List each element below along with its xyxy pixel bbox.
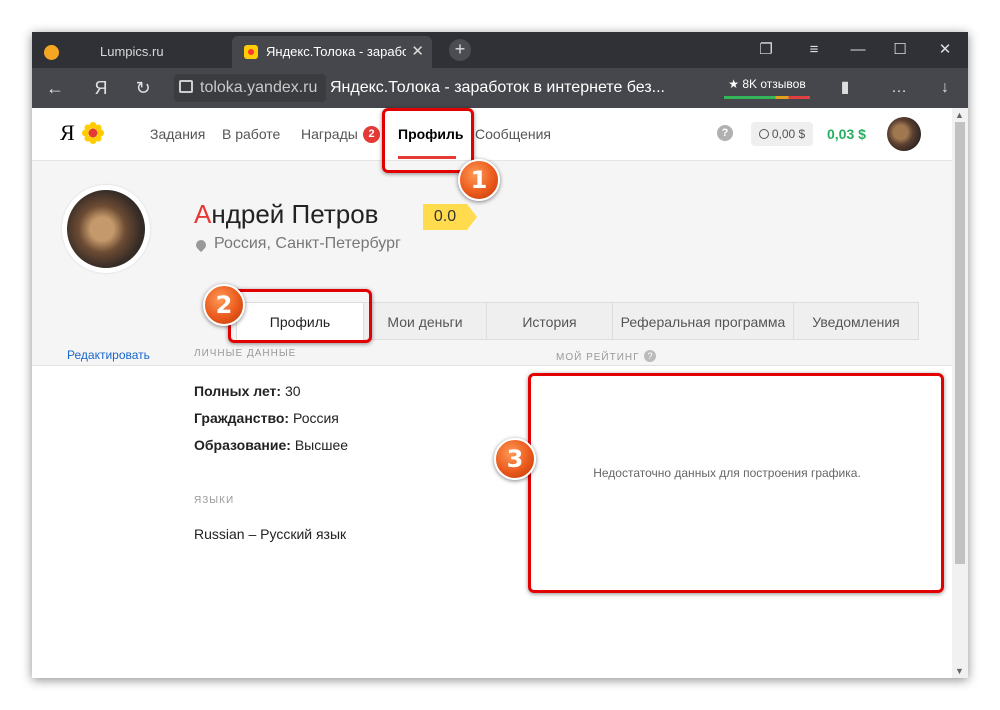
yandex-logo[interactable]: Я — [60, 120, 75, 146]
close-window-icon[interactable]: ✕ — [925, 32, 965, 68]
languages-heading: языки — [194, 495, 235, 506]
help-icon[interactable]: ? — [717, 125, 733, 141]
name-first-letter: А — [194, 199, 212, 229]
yandex-home-icon[interactable]: Я — [86, 68, 116, 108]
tab-bar: Lumpics.ru Яндекс.Толока - заработок ✕ +… — [32, 32, 968, 68]
toloka-flower-icon[interactable] — [82, 122, 104, 144]
user-avatar[interactable] — [887, 117, 921, 151]
tab-referral[interactable]: Реферальная программа — [612, 302, 794, 340]
back-icon[interactable]: ← — [40, 68, 70, 108]
scrollbar-thumb[interactable] — [955, 122, 965, 564]
balance[interactable]: 0,03 $ — [827, 108, 866, 160]
citizenship-label: Гражданство: — [194, 410, 290, 426]
nav-tasks[interactable]: Задания — [150, 108, 205, 160]
reload-icon[interactable]: ↻ — [128, 68, 158, 108]
tab-lumpics[interactable]: Lumpics.ru — [32, 36, 230, 68]
citizenship-row: Гражданство: Россия — [194, 410, 339, 426]
tab-title: Яндекс.Толока - заработок — [266, 44, 406, 59]
pending-balance[interactable]: 0,00 $ — [751, 122, 813, 146]
rating-badge: 0.0 — [423, 204, 477, 230]
scroll-down-icon[interactable]: ▼ — [955, 666, 964, 676]
profile-name: Андрей Петров — [194, 199, 378, 230]
rating-help-icon[interactable]: ? — [644, 350, 656, 362]
profile-location: Россия, Санкт-Петербург — [214, 235, 401, 252]
scrollbar[interactable]: ▲ ▼ — [952, 108, 968, 678]
age-value: 30 — [281, 383, 301, 399]
age-row: Полных лет: 30 — [194, 383, 301, 399]
age-label: Полных лет: — [194, 383, 282, 399]
name-rest: ндрей Петров — [211, 199, 379, 229]
tab-notifications[interactable]: Уведомления — [793, 302, 919, 340]
clock-icon — [758, 129, 769, 139]
step-marker-1: 1 — [458, 159, 500, 201]
more-icon[interactable]: … — [884, 68, 914, 108]
highlight-profile-tab — [228, 289, 372, 343]
address-bar: ← Я ↻ toloka.yandex.ru Яндекс.Толока - з… — [32, 68, 968, 108]
lock-icon[interactable] — [179, 80, 193, 93]
bookmark-icon[interactable]: ▮ — [830, 68, 860, 108]
toloka-favicon-icon — [244, 45, 258, 59]
nav-rewards[interactable]: Награды — [301, 108, 358, 160]
reviews-label: ★ 8K отзывов — [728, 77, 806, 91]
scroll-up-icon[interactable]: ▲ — [955, 110, 964, 120]
site-header: Я Задания В работе Награды 2 Профиль Соо… — [32, 108, 952, 161]
step-marker-2: 2 — [203, 284, 245, 326]
nav-messages[interactable]: Сообщения — [475, 108, 551, 160]
tab-toloka[interactable]: Яндекс.Толока - заработок ✕ — [232, 36, 432, 68]
my-rating-heading: мой рейтинг — [556, 352, 640, 363]
maximize-icon[interactable]: ☐ — [880, 32, 920, 68]
step-marker-3: 3 — [494, 438, 536, 480]
education-row: Образование: Высшее — [194, 437, 348, 453]
highlight-profile-nav — [382, 108, 474, 173]
collections-icon[interactable]: ❐ — [746, 32, 786, 68]
education-label: Образование: — [194, 437, 291, 453]
menu-icon[interactable]: ≡ — [794, 32, 834, 68]
new-tab-button[interactable]: + — [449, 39, 471, 61]
citizenship-value: Россия — [289, 410, 339, 426]
close-tab-icon[interactable]: ✕ — [411, 36, 424, 68]
nav-in-progress[interactable]: В работе — [222, 108, 280, 160]
pending-balance-value: 0,00 $ — [771, 127, 806, 141]
education-value: Высшее — [290, 437, 349, 453]
highlight-rating-box — [528, 373, 944, 593]
language-item: Russian – Русский язык — [194, 526, 347, 542]
edit-link[interactable]: Редактировать — [67, 348, 150, 362]
page-title-in-address[interactable]: Яндекс.Толока - заработок в интернете бе… — [330, 68, 665, 108]
reviews-button[interactable]: ★ 8K отзывов — [724, 75, 810, 99]
personal-data-heading: личные данные — [194, 348, 297, 359]
minimize-icon[interactable]: — — [838, 32, 878, 68]
url-domain[interactable]: toloka.yandex.ru — [200, 68, 317, 108]
profile-avatar — [62, 185, 150, 273]
tab-title: Lumpics.ru — [100, 44, 164, 59]
rewards-badge: 2 — [363, 126, 380, 143]
reviews-rating-bar — [724, 96, 810, 99]
tab-history[interactable]: История — [486, 302, 613, 340]
location-pin-icon — [193, 237, 209, 253]
download-icon[interactable]: ↓ — [930, 68, 960, 108]
lumpics-favicon-icon — [44, 45, 59, 60]
tab-my-money[interactable]: Мои деньги — [363, 302, 487, 340]
